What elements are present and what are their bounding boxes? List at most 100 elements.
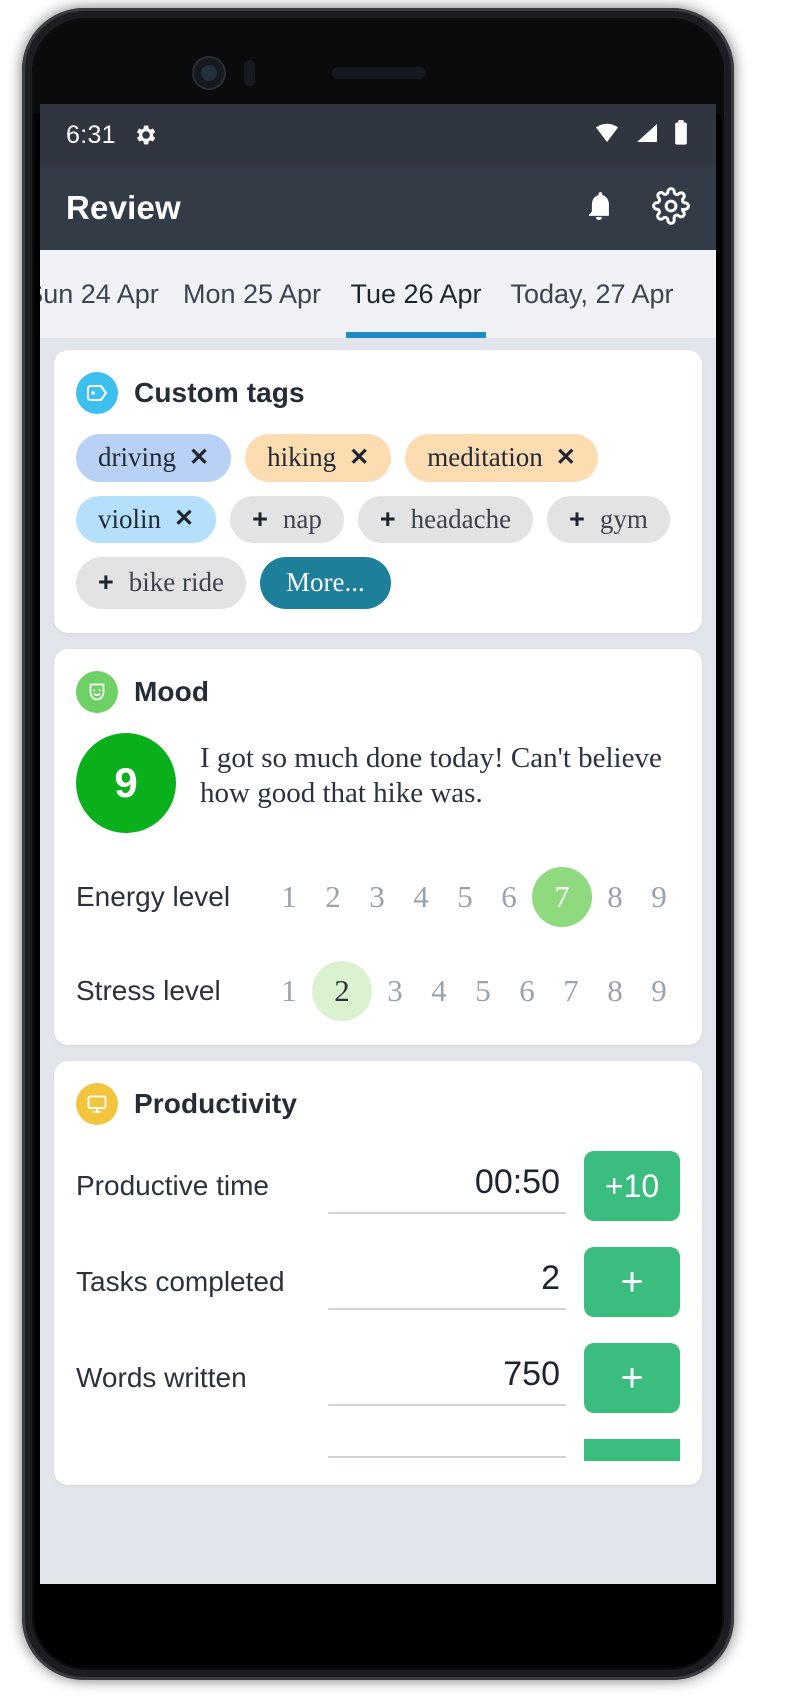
earpiece-speaker (332, 67, 426, 79)
page-title: Review (66, 189, 181, 226)
custom-tags-title: Custom tags (134, 377, 305, 408)
tag-chip-hiking[interactable]: hiking ✕ (245, 434, 392, 482)
productive-time-add-button[interactable]: +10 (584, 1151, 680, 1222)
bell-icon[interactable] (582, 189, 616, 228)
close-icon[interactable]: ✕ (556, 444, 576, 471)
energy-level-scale[interactable]: 1 2 3 4 5 6 7 8 9 (268, 867, 680, 928)
monitor-icon (76, 1083, 118, 1126)
custom-tags-card: Custom tags driving ✕ hiking ✕ meditatio… (54, 350, 702, 634)
energy-level-2[interactable]: 2 (312, 868, 354, 926)
tag-list: driving ✕ hiking ✕ meditation ✕ violin ✕… (76, 434, 680, 610)
gear-icon[interactable] (652, 186, 690, 230)
stress-level-4[interactable]: 4 (418, 962, 460, 1020)
mood-body: 9 I got so much done today! Can't believ… (76, 733, 680, 834)
stress-level-9[interactable]: 9 (638, 962, 680, 1020)
tasks-completed-input[interactable]: 2 (328, 1255, 566, 1310)
energy-level-4[interactable]: 4 (400, 868, 442, 926)
energy-level-6[interactable]: 6 (488, 868, 530, 926)
productive-time-row: Productive time 00:50 +10 (76, 1151, 680, 1222)
review-content[interactable]: Custom tags driving ✕ hiking ✕ meditatio… (40, 338, 716, 1584)
tag-suggestion-gym[interactable]: + gym (547, 495, 670, 544)
energy-level-3[interactable]: 3 (356, 868, 398, 926)
stress-level-7[interactable]: 7 (550, 962, 592, 1020)
productivity-card: Productivity Productive time 00:50 +10 T… (54, 1061, 702, 1486)
words-written-row: Words written 750 + (76, 1343, 680, 1414)
battery-icon (672, 119, 690, 152)
screenshot-stage: 6:31 Review un 24 Apr Mon 25 Apr Tue 26 … (0, 0, 800, 1696)
tag-suggestion-nap[interactable]: + nap (230, 495, 344, 544)
tag-chip-meditation[interactable]: meditation ✕ (405, 434, 598, 482)
tab-label: Sun 24 Apr (40, 278, 159, 309)
plus-icon: + (98, 567, 114, 598)
close-icon[interactable]: ✕ (174, 505, 194, 532)
stress-level-label: Stress level (76, 975, 221, 1007)
tag-chip-driving[interactable]: driving ✕ (76, 434, 232, 482)
tag-label: bike ride (128, 567, 224, 598)
status-indicators (592, 119, 690, 152)
energy-level-9[interactable]: 9 (638, 868, 680, 926)
stress-level-6[interactable]: 6 (506, 962, 548, 1020)
words-written-input[interactable]: 750 (328, 1351, 566, 1406)
tag-label: hiking (267, 442, 337, 472)
gear-icon (132, 122, 158, 148)
energy-level-7-selected[interactable]: 7 (532, 867, 592, 928)
plus-icon: + (569, 503, 585, 534)
tag-label: meditation (427, 442, 543, 472)
phone-frame: 6:31 Review un 24 Apr Mon 25 Apr Tue 26 … (22, 8, 734, 1680)
tab-today-27-apr[interactable]: Today, 27 Apr (494, 250, 690, 338)
date-tab-strip[interactable]: Sun 24 Apr Mon 25 Apr Tue 26 Apr Today, … (40, 250, 716, 338)
productive-time-input[interactable]: 00:50 (328, 1159, 566, 1214)
energy-level-label: Energy level (76, 881, 231, 913)
stress-level-3[interactable]: 3 (374, 962, 416, 1020)
app-screen: 6:31 Review un 24 Apr Mon 25 Apr Tue 26 … (40, 104, 716, 1584)
next-productivity-row-clipped (76, 1439, 680, 1462)
mood-score-badge[interactable]: 9 (76, 733, 176, 834)
energy-level-1[interactable]: 1 (268, 868, 310, 926)
more-tags-button[interactable]: More... (260, 557, 391, 610)
stress-level-1[interactable]: 1 (268, 962, 310, 1020)
clipped-add-button[interactable] (584, 1439, 680, 1462)
wifi-icon (592, 121, 622, 150)
words-written-add-button[interactable]: + (584, 1343, 680, 1414)
energy-level-5[interactable]: 5 (444, 868, 486, 926)
app-bar-actions (582, 186, 690, 230)
tab-sun-24-apr[interactable]: Sun 24 Apr (40, 250, 166, 338)
energy-level-8[interactable]: 8 (594, 868, 636, 926)
tag-label: nap (282, 503, 322, 534)
tab-label: Tue 26 Apr (350, 278, 482, 309)
tag-label: headache (410, 503, 512, 534)
tasks-completed-row: Tasks completed 2 + (76, 1247, 680, 1318)
theater-mask-icon (76, 671, 118, 714)
productivity-header: Productivity (76, 1083, 680, 1126)
tag-chip-violin[interactable]: violin ✕ (76, 495, 217, 544)
phone-top-bezel (32, 18, 724, 114)
plus-icon: + (252, 503, 268, 534)
stress-level-scale[interactable]: 1 2 3 4 5 6 7 8 9 (268, 961, 680, 1022)
tab-label: Today, 27 Apr (510, 278, 674, 309)
energy-level-row: Energy level 1 2 3 4 5 6 7 8 9 (76, 867, 680, 928)
tag-suggestion-bike-ride[interactable]: + bike ride (76, 557, 246, 610)
stress-level-5[interactable]: 5 (462, 962, 504, 1020)
app-bar: Review (40, 166, 716, 250)
tab-tue-26-apr[interactable]: Tue 26 Apr (338, 250, 494, 338)
custom-tags-header: Custom tags (76, 372, 680, 414)
productivity-title: Productivity (134, 1088, 298, 1120)
mood-title: Mood (134, 676, 210, 708)
tasks-completed-add-button[interactable]: + (584, 1247, 680, 1318)
mood-note-text[interactable]: I got so much done today! Can't believe … (200, 733, 680, 811)
tag-icon (76, 372, 118, 414)
tag-suggestion-headache[interactable]: + headache (357, 495, 534, 544)
tag-label: violin (98, 503, 162, 534)
stress-level-8[interactable]: 8 (594, 962, 636, 1020)
phone-screen-area: 6:31 Review un 24 Apr Mon 25 Apr Tue 26 … (32, 18, 724, 1670)
close-icon[interactable]: ✕ (349, 444, 369, 471)
status-bar: 6:31 (40, 104, 716, 166)
clipped-input[interactable] (328, 1442, 566, 1459)
tasks-completed-label: Tasks completed (76, 1266, 285, 1298)
status-time: 6:31 (66, 120, 116, 149)
tab-mon-25-apr[interactable]: Mon 25 Apr (166, 250, 338, 338)
stress-level-2-selected[interactable]: 2 (312, 961, 372, 1022)
proximity-sensor (244, 60, 255, 86)
tab-label: Mon 25 Apr (182, 278, 322, 309)
close-icon[interactable]: ✕ (189, 444, 209, 471)
